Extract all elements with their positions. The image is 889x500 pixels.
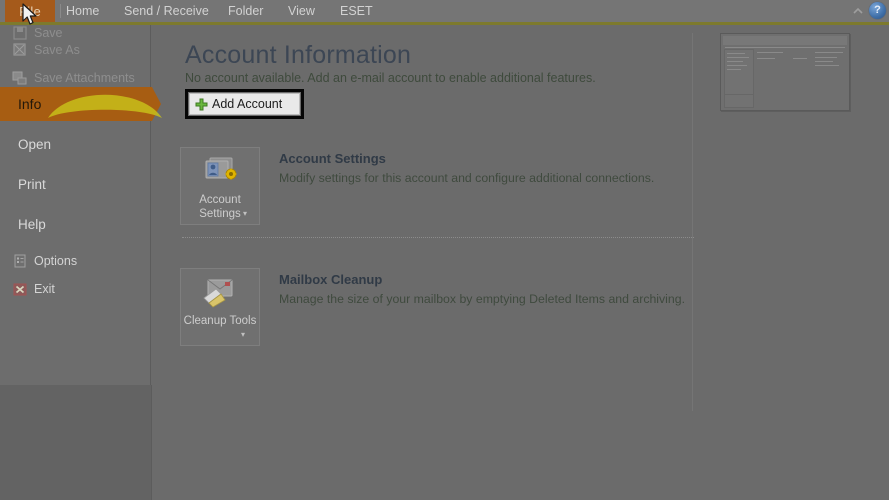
sidebar-item-help[interactable]: Help	[0, 210, 150, 238]
outlook-window-thumbnail	[720, 33, 850, 111]
backstage-view: Save Save As Save Attachments Info Open …	[0, 25, 889, 500]
add-account-label: Add Account	[212, 97, 283, 111]
mouse-cursor	[22, 3, 37, 25]
cleanup-tools-icon	[198, 276, 242, 312]
tab-separator	[60, 4, 61, 18]
sidebar-item-open-label: Open	[18, 136, 52, 152]
options-document-icon	[12, 253, 28, 269]
exit-close-icon	[12, 281, 28, 297]
account-settings-button-label: Account Settings	[199, 194, 241, 220]
green-plus-icon	[195, 98, 208, 111]
sidebar-item-exit[interactable]: Exit	[0, 275, 150, 303]
tab-eset-label: ESET	[340, 4, 373, 18]
sidebar-item-options[interactable]: Options	[0, 247, 150, 275]
page-subtitle: No account available. Add an e-mail acco…	[185, 71, 596, 85]
add-account-button[interactable]: Add Account	[189, 93, 300, 115]
vertical-divider	[692, 33, 693, 411]
cleanup-tools-button-label: Cleanup Tools	[183, 315, 257, 327]
sidebar-item-exit-label: Exit	[34, 282, 55, 296]
mailbox-cleanup-description: Manage the size of your mailbox by empty…	[279, 292, 686, 306]
sidebar-item-help-label: Help	[18, 216, 46, 232]
save-as-icon	[12, 42, 28, 58]
sidebar-item-save-as: Save As	[0, 36, 150, 64]
chevron-down-icon[interactable]: ▾	[241, 330, 245, 339]
tab-view[interactable]: View	[288, 0, 315, 22]
account-settings-heading: Account Settings	[279, 151, 386, 166]
chevron-up-icon[interactable]	[851, 4, 865, 18]
chevron-down-icon[interactable]: ▾	[243, 209, 247, 218]
section-divider	[182, 237, 694, 239]
sidebar-item-save-attachments-label: Save Attachments	[34, 71, 135, 85]
backstage-main-panel: Account Information No account available…	[152, 25, 889, 500]
sidebar-item-save-as-label: Save As	[34, 43, 80, 57]
account-settings-icon	[198, 155, 242, 191]
save-attachments-icon	[12, 70, 28, 86]
backstage-sidebar-footer	[0, 385, 152, 500]
sidebar-item-print[interactable]: Print	[0, 170, 150, 198]
page-title: Account Information	[185, 41, 412, 69]
tab-send-receive-label: Send / Receive	[124, 4, 209, 18]
sidebar-item-info[interactable]: Info	[0, 87, 152, 121]
account-settings-button[interactable]: Account Settings ▾	[180, 147, 260, 225]
sidebar-item-options-label: Options	[34, 254, 78, 268]
tab-folder-label: Folder	[228, 4, 264, 18]
help-label: ?	[874, 4, 881, 16]
cleanup-tools-button[interactable]: Cleanup Tools ▾	[180, 268, 260, 346]
sidebar-item-open[interactable]: Open	[0, 130, 150, 158]
account-settings-description: Modify settings for this account and con…	[279, 171, 655, 185]
tab-eset[interactable]: ESET	[340, 0, 373, 22]
mailbox-cleanup-heading: Mailbox Cleanup	[279, 272, 383, 287]
sidebar-item-print-label: Print	[18, 176, 46, 192]
sidebar-item-info-label: Info	[18, 96, 42, 112]
tab-view-label: View	[288, 4, 315, 18]
help-icon[interactable]: ?	[869, 2, 886, 19]
tab-home-label: Home	[66, 4, 100, 18]
backstage-sidebar: Save Save As Save Attachments Info Open …	[0, 25, 162, 385]
tab-folder[interactable]: Folder	[228, 0, 263, 22]
